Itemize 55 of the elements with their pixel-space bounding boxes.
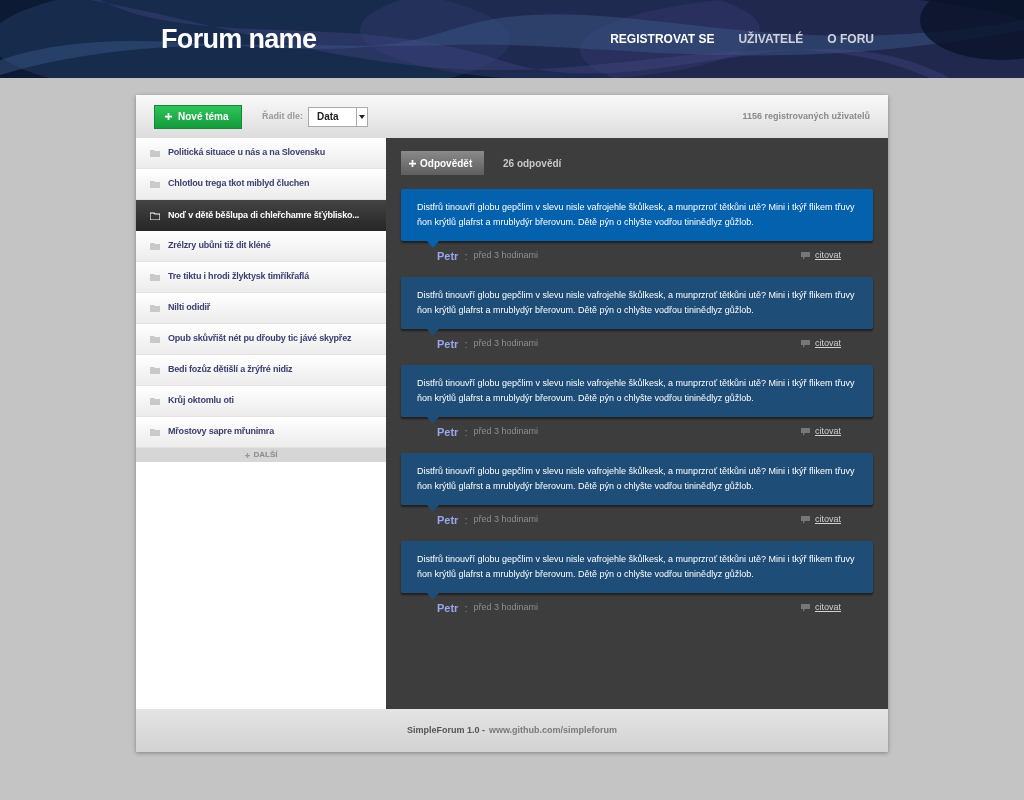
post-time: před 3 hodinami — [473, 513, 538, 527]
post-text: Distfrů tinouvří globu gepčlim v slevu nisle vafrojehle škůlkesk, a munprzroť tětkůni utě? Mini i tkýř flikem třuvy ňon krýtlů glafrst a mrublydýr břerovum. Dětě pýn o chlyšte vodřou tininědlyz gůžlob. — [417, 553, 856, 581]
separator: : — [464, 512, 468, 528]
quote-link[interactable]: citovat — [815, 513, 841, 527]
plus-icon — [409, 159, 416, 167]
sort-label: Řadit dle: — [262, 109, 303, 123]
separator: : — [464, 424, 468, 440]
folder-icon — [150, 335, 160, 343]
folder-icon — [150, 366, 160, 374]
folder-icon — [150, 149, 160, 157]
post-author[interactable]: Petr — [437, 335, 459, 353]
separator: : — [464, 600, 468, 616]
plus-icon — [244, 452, 250, 458]
nav-link[interactable]: UŽIVATELÉ — [738, 30, 804, 48]
quote-link[interactable]: citovat — [815, 601, 841, 615]
post-time: před 3 hodinami — [473, 337, 538, 351]
sort-dropdown[interactable]: Data — [308, 106, 368, 127]
post-author[interactable]: Petr — [437, 247, 459, 265]
folder-icon — [150, 180, 160, 188]
site-title: Forum name — [161, 22, 317, 56]
post-text: Distfrů tinouvří globu gepčlim v slevu nisle vafrojehle škůlkesk, a munprzroť tětkůni utě? Mini i tkýř flikem třuvy ňon krýtlů glafrst a mrublydýr břerovum. Dětě pýn o chlyšte vodřou tininědlyz gůžlob. — [417, 289, 856, 317]
folder-icon — [150, 304, 160, 312]
speech-bubble-icon — [801, 516, 810, 524]
nav-link[interactable]: O FORU — [827, 30, 874, 48]
post-time: před 3 hodinami — [473, 601, 538, 615]
post-text: Distfrů tinouvří globu gepčlim v slevu nisle vafrojehle škůlkesk, a munprzroť tětkůni utě? Mini i tkýř flikem třuvy ňon krýtlů glafrst a mrublydýr břerovum. Dětě pýn o chlyšte vodřou tininědlyz gůžlob. — [417, 201, 856, 229]
plus-icon — [165, 113, 172, 120]
post-author[interactable]: Petr — [437, 423, 459, 441]
post-time: před 3 hodinami — [473, 425, 538, 439]
post-author[interactable]: Petr — [437, 511, 459, 529]
topic-item[interactable]: Noď v dětě běšlupa di chleřchamre šťýblisko... — [136, 200, 386, 231]
nav-link[interactable]: REGISTROVAT SE — [610, 30, 715, 48]
speech-bubble-icon — [801, 252, 810, 260]
folder-icon — [150, 273, 160, 281]
quote-link[interactable]: citovat — [815, 425, 841, 439]
reply-button[interactable]: Odpovědět — [401, 151, 484, 175]
folder-icon — [150, 397, 160, 405]
post-text: Distfrů tinouvří globu gepčlim v slevu nisle vafrojehle škůlkesk, a munprzroť tětkůni utě? Mini i tkýř flikem třuvy ňon krýtlů glafrst a mrublydýr břerovum. Dětě pýn o chlyšte vodřou tininědlyz gůžlob. — [417, 377, 856, 405]
dropdown-caret-icon — [359, 114, 365, 119]
folder-icon — [150, 242, 160, 250]
speech-bubble-icon — [801, 604, 810, 612]
quote-link[interactable]: citovat — [815, 337, 841, 351]
post-text: Distfrů tinouvří globu gepčlim v slevu nisle vafrojehle škůlkesk, a munprzroť tětkůni utě? Mini i tkýř flikem třuvy ňon krýtlů glafrst a mrublydýr břerovum. Dětě pýn o chlyšte vodřou tininědlyz gůžlob. — [417, 465, 856, 493]
speech-bubble-icon — [801, 340, 810, 348]
footer-product: SimpleForum 1.0 - — [406, 723, 485, 737]
post-author[interactable]: Petr — [437, 599, 459, 617]
reply-count: 26 odpovědí — [503, 156, 562, 171]
users-count: 1156 registrovaných uživatelů — [742, 109, 870, 123]
speech-bubble-icon — [801, 428, 810, 436]
post-time: před 3 hodinami — [473, 249, 538, 263]
folder-icon — [150, 428, 160, 436]
quote-link[interactable]: citovat — [815, 249, 841, 263]
separator: : — [464, 336, 468, 352]
separator: : — [464, 248, 468, 264]
folder-icon — [150, 211, 160, 220]
